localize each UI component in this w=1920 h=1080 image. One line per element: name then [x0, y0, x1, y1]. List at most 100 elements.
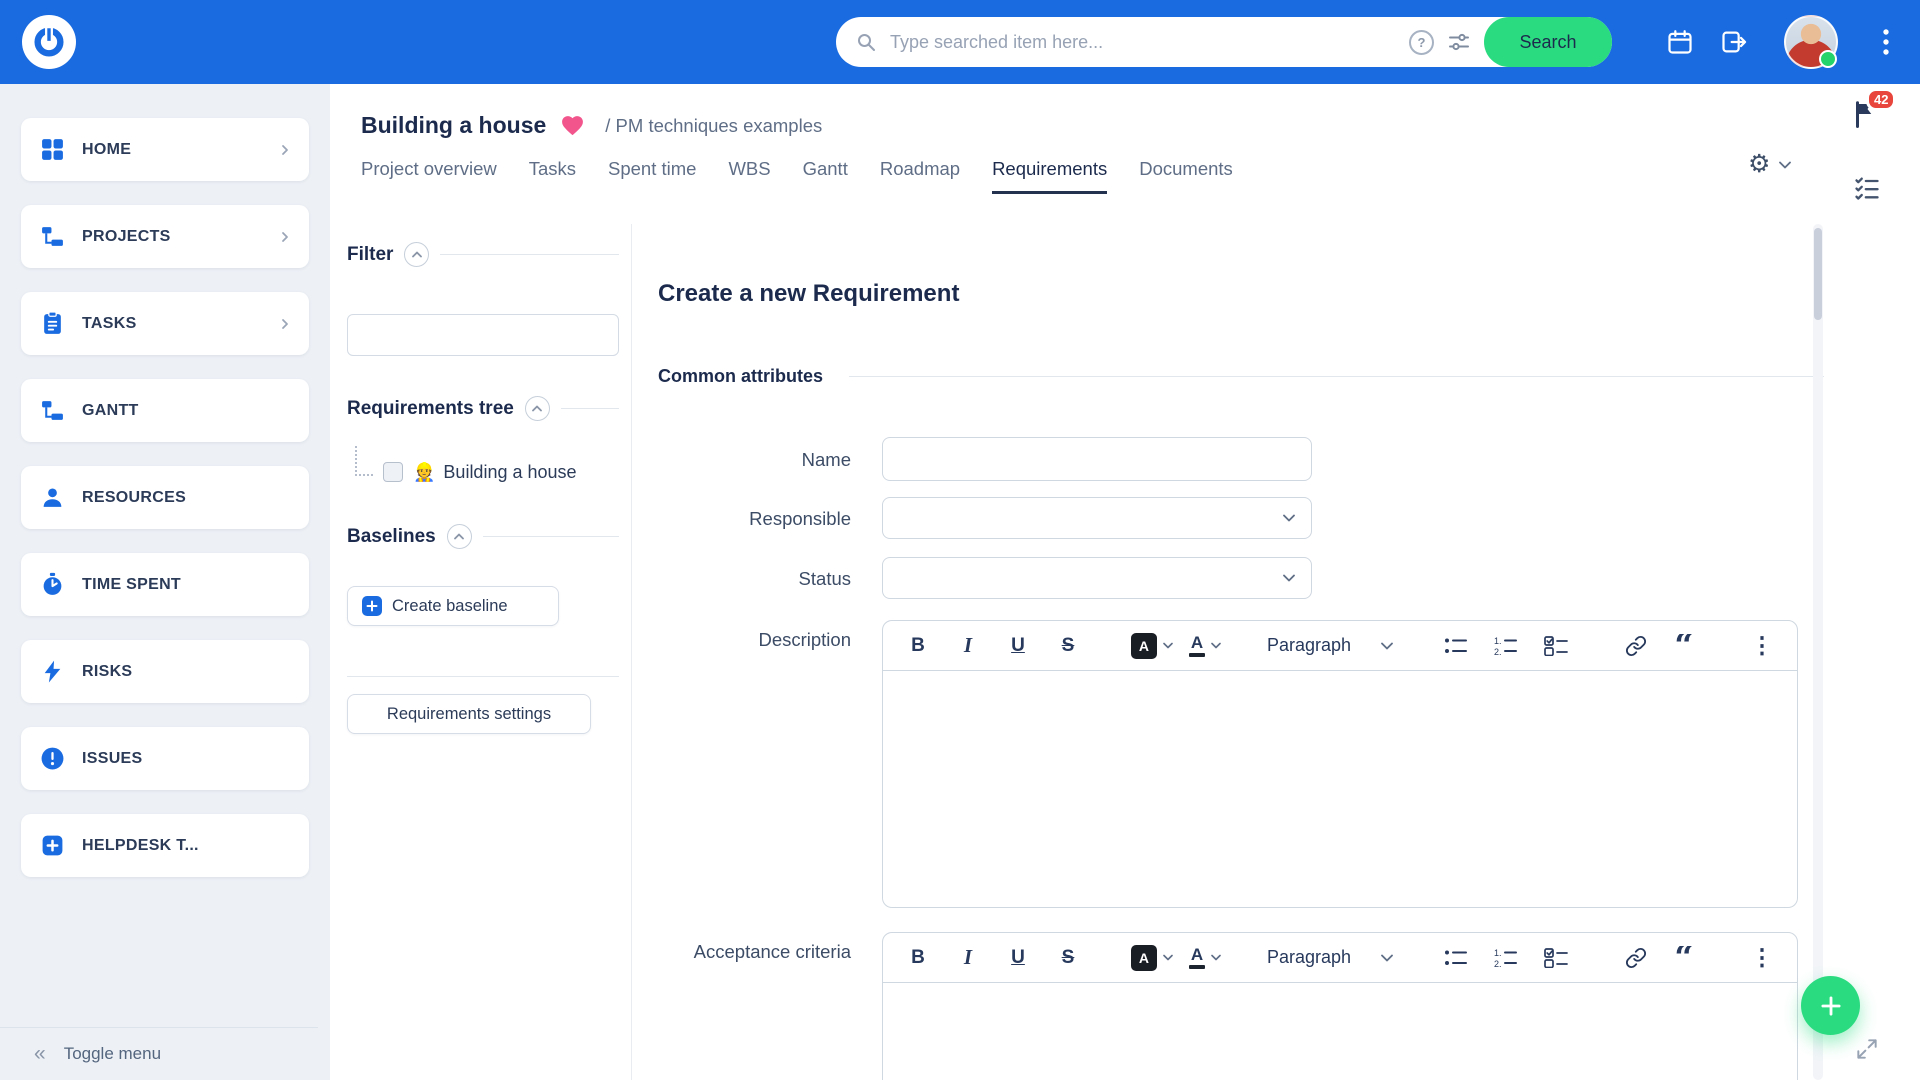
tree-item-checkbox[interactable]	[383, 462, 403, 482]
sidebar-item-label: GANTT	[82, 402, 139, 420]
section-title: Common attributes	[658, 366, 823, 387]
editor-toolbar: B I U S A A	[882, 932, 1798, 983]
status-select[interactable]	[882, 557, 1312, 599]
paragraph-label: Paragraph	[1267, 635, 1351, 656]
blockquote-icon[interactable]: “	[1669, 946, 1699, 970]
bold-icon[interactable]: B	[901, 629, 935, 663]
quote-glyph: “	[1674, 634, 1694, 658]
highlight-chip: A	[1131, 633, 1157, 659]
filter-input[interactable]	[347, 314, 619, 356]
kebab-menu-icon[interactable]	[1882, 27, 1890, 57]
bulleted-list-icon[interactable]	[1439, 629, 1473, 663]
stopwatch-icon	[39, 572, 66, 597]
editor-more-icon[interactable]: ⋮	[1745, 941, 1779, 975]
strikethrough-icon[interactable]: S	[1051, 941, 1085, 975]
paragraph-style-dropdown[interactable]: Paragraph	[1267, 635, 1393, 656]
create-requirement-form: Create a new Requirement Common attribut…	[632, 84, 1920, 1080]
editor-more-icon[interactable]: ⋮	[1745, 629, 1779, 663]
tree-item-building-a-house[interactable]: 👷 Building a house	[347, 450, 577, 494]
calendar-icon[interactable]	[1666, 28, 1694, 56]
numbered-list-icon[interactable]: 1.2.	[1489, 941, 1523, 975]
sidebar-item-risks[interactable]: RISKS	[21, 640, 309, 703]
todo-list-icon[interactable]	[1539, 941, 1573, 975]
topbar: ? Search	[0, 0, 1920, 84]
chevron-right-icon	[279, 317, 291, 331]
requirements-settings-label: Requirements settings	[387, 705, 551, 724]
paragraph-style-dropdown[interactable]: Paragraph	[1267, 947, 1393, 968]
create-baseline-button[interactable]: Create baseline	[347, 586, 559, 626]
topbar-actions	[1666, 0, 1890, 84]
description-editor: B I U S A A	[882, 620, 1798, 908]
underline-icon[interactable]: U	[1001, 941, 1035, 975]
filter-section-header: Filter	[347, 242, 619, 267]
acceptance-textarea[interactable]	[882, 983, 1798, 1080]
power-logo-icon	[32, 25, 66, 59]
fullscreen-icon[interactable]	[1854, 1036, 1880, 1062]
user-avatar[interactable]	[1784, 15, 1838, 69]
svg-text:2.: 2.	[1494, 647, 1502, 656]
font-color-icon[interactable]: A	[1189, 941, 1221, 975]
divider	[347, 676, 619, 677]
search-button[interactable]: Search	[1484, 17, 1612, 67]
collapse-chevron-icon[interactable]	[404, 242, 429, 267]
italic-icon[interactable]: I	[951, 629, 985, 663]
toggle-menu-button[interactable]: « Toggle menu	[0, 1027, 318, 1080]
sidebar-item-time-spent[interactable]: TIME SPENT	[21, 553, 309, 616]
highlight-icon[interactable]: A	[1131, 941, 1173, 975]
status-label: Status	[632, 568, 851, 590]
plus-square-icon	[39, 833, 66, 858]
scrollbar-thumb[interactable]	[1814, 228, 1822, 320]
underline-icon[interactable]: U	[1001, 629, 1035, 663]
name-input[interactable]	[882, 437, 1312, 481]
svg-text:2.: 2.	[1494, 959, 1502, 968]
search-input[interactable]	[888, 31, 1409, 54]
highlight-icon[interactable]: A	[1131, 629, 1173, 663]
alert-circle-icon	[39, 746, 66, 771]
font-color-icon[interactable]: A	[1189, 629, 1221, 663]
sidebar-item-home[interactable]: HOME	[21, 118, 309, 181]
italic-icon[interactable]: I	[951, 941, 985, 975]
description-textarea[interactable]	[882, 671, 1798, 908]
plus-icon	[1818, 993, 1844, 1019]
chevron-right-icon	[279, 143, 291, 157]
sidebar-item-label: HOME	[82, 141, 131, 159]
favorite-heart-icon[interactable]	[560, 114, 585, 137]
link-icon[interactable]	[1619, 629, 1653, 663]
help-icon[interactable]: ?	[1409, 30, 1434, 55]
editor-toolbar: B I U S A A	[882, 620, 1798, 671]
bold-icon[interactable]: B	[901, 941, 935, 975]
tab-project-overview[interactable]: Project overview	[361, 158, 497, 194]
tree-section-header: Requirements tree	[347, 396, 619, 421]
sidebar-item-resources[interactable]: RESOURCES	[21, 466, 309, 529]
sidebar-item-issues[interactable]: ISSUES	[21, 727, 309, 790]
sidebar-item-projects[interactable]: PROJECTS	[21, 205, 309, 268]
divider	[849, 376, 1824, 377]
sidebar-item-tasks[interactable]: TASKS	[21, 292, 309, 355]
chevron-right-icon	[279, 230, 291, 244]
font-color-glyph: A	[1189, 634, 1205, 657]
collapse-chevron-icon[interactable]	[525, 396, 550, 421]
link-icon[interactable]	[1619, 941, 1653, 975]
search-filters-icon[interactable]	[1448, 32, 1470, 52]
add-floating-button[interactable]	[1801, 976, 1860, 1035]
requirements-side-panel: Filter Requirements tree 👷 Building a ho…	[330, 224, 632, 1080]
requirements-settings-button[interactable]: Requirements settings	[347, 694, 591, 734]
blockquote-icon[interactable]: “	[1669, 634, 1699, 658]
sidebar-item-label: RESOURCES	[82, 489, 186, 507]
form-title: Create a new Requirement	[658, 280, 959, 308]
divider	[483, 536, 619, 537]
collapse-chevron-icon[interactable]	[447, 524, 472, 549]
person-icon	[39, 485, 66, 510]
double-chevron-left-icon: «	[34, 1042, 46, 1066]
strikethrough-icon[interactable]: S	[1051, 629, 1085, 663]
description-label: Description	[632, 629, 851, 651]
sidebar-item-gantt[interactable]: GANTT	[21, 379, 309, 442]
send-icon[interactable]	[1720, 28, 1748, 56]
responsible-select[interactable]	[882, 497, 1312, 539]
sidebar-item-helpdesk[interactable]: HELPDESK T...	[21, 814, 309, 877]
todo-list-icon[interactable]	[1539, 629, 1573, 663]
bulleted-list-icon[interactable]	[1439, 941, 1473, 975]
tab-tasks[interactable]: Tasks	[529, 158, 576, 194]
numbered-list-icon[interactable]: 1.2.	[1489, 629, 1523, 663]
app-logo[interactable]	[22, 15, 76, 69]
